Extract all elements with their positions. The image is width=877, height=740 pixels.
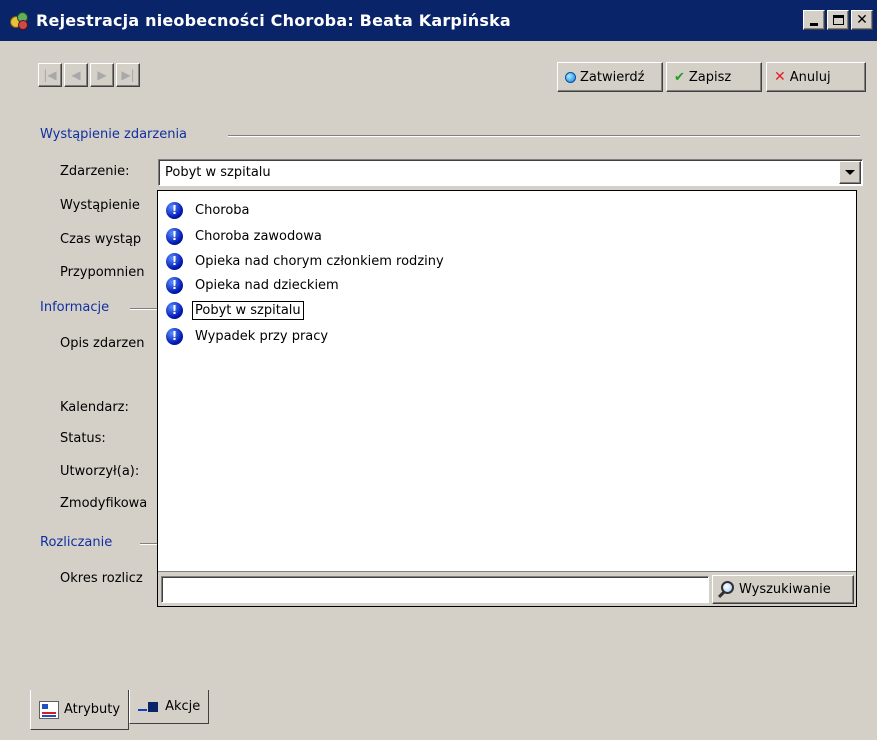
window-controls: ✕: [803, 10, 873, 30]
dropdown-item-pobyt-w-szpitalu[interactable]: ! Pobyt w szpitalu: [166, 299, 304, 321]
last-record-icon: ▶|: [121, 68, 135, 82]
status-label: Status:: [60, 431, 106, 446]
cancel-x-icon: ✕: [774, 69, 786, 85]
info-icon: !: [166, 301, 183, 319]
search-button-label: Wyszukiwanie: [739, 582, 831, 597]
close-button[interactable]: ✕: [851, 10, 873, 30]
search-icon: [717, 580, 735, 599]
cancel-button[interactable]: ✕ Anuluj: [766, 62, 866, 92]
search-button[interactable]: Wyszukiwanie: [712, 575, 854, 604]
combo-dropdown-button[interactable]: [839, 161, 861, 184]
dropdown-search-input[interactable]: [161, 576, 709, 603]
event-combo-value: Pobyt w szpitalu: [165, 165, 271, 180]
section-divider: [228, 135, 860, 137]
tab-actions[interactable]: Akcje: [129, 690, 210, 724]
dropdown-item-label: Wypadek przy pracy: [195, 328, 329, 344]
attributes-icon: [39, 700, 59, 719]
section-information: Informacje: [40, 300, 118, 315]
info-icon: !: [166, 327, 183, 345]
calendar-label: Kalendarz:: [60, 400, 129, 415]
first-record-icon: |◀: [43, 68, 57, 82]
occurrence-label: Wystąpienie: [60, 198, 140, 213]
dropdown-item-label: Choroba: [195, 202, 250, 218]
dropdown-item-opieka-nad-dzieckiem[interactable]: ! Opieka nad dzieckiem: [166, 274, 341, 296]
section-settlement: Rozliczanie: [40, 535, 121, 550]
created-by-label: Utworzył(a):: [60, 464, 140, 479]
event-dropdown-list: ! Choroba ! Choroba zawodowa ! Opieka na…: [157, 190, 857, 607]
confirm-icon: [565, 71, 576, 83]
previous-record-button[interactable]: ◀: [64, 63, 88, 87]
description-label: Opis zdarzen: [60, 336, 145, 351]
next-record-icon: ▶: [97, 68, 107, 82]
next-record-button[interactable]: ▶: [90, 63, 114, 87]
occurrence-time-label: Czas wystąp: [60, 232, 142, 247]
last-record-button[interactable]: ▶|: [116, 63, 140, 87]
minimize-button[interactable]: [803, 10, 825, 30]
info-icon: !: [166, 227, 183, 245]
toolbar: |◀ ◀ ▶ ▶| Zatwierdź ✔ Zapisz ✕ Anuluj: [32, 58, 872, 94]
section-occurrence: Wystąpienie zdarzenia: [40, 127, 196, 142]
dropdown-item-choroba[interactable]: ! Choroba: [166, 199, 252, 221]
confirm-label: Zatwierdź: [580, 69, 645, 85]
modified-by-label: Zmodyfikowa: [60, 496, 148, 511]
window-title: Rejestracja nieobecności Choroba: Beata …: [36, 11, 511, 30]
save-button[interactable]: ✔ Zapisz: [666, 62, 762, 92]
reminder-label: Przypomnien: [60, 265, 145, 280]
bottom-tabs: Atrybuty Akcje: [30, 690, 210, 730]
confirm-button[interactable]: Zatwierdź: [557, 62, 663, 92]
event-combo[interactable]: Pobyt w szpitalu: [158, 159, 863, 186]
app-icon[interactable]: [8, 10, 30, 32]
close-icon: ✕: [856, 12, 868, 28]
dropdown-search-row: Wyszukiwanie: [158, 571, 856, 606]
maximize-icon: [832, 15, 844, 25]
info-icon: !: [166, 201, 183, 219]
dropdown-item-label: Choroba zawodowa: [195, 228, 322, 244]
dropdown-item-choroba-zawodowa[interactable]: ! Choroba zawodowa: [166, 225, 324, 247]
tab-label: Akcje: [165, 699, 201, 714]
dropdown-item-label: Opieka nad chorym członkiem rodziny: [195, 253, 444, 269]
minimize-icon: [810, 22, 818, 26]
section-divider: [130, 308, 160, 310]
dropdown-item-wypadek-przy-pracy[interactable]: ! Wypadek przy pracy: [166, 325, 330, 347]
dropdown-item-label: Opieka nad dzieckiem: [195, 277, 339, 293]
actions-icon: [138, 700, 160, 714]
dropdown-item-label: Pobyt w szpitalu: [192, 300, 304, 320]
cancel-label: Anuluj: [789, 69, 831, 85]
info-icon: !: [166, 276, 183, 294]
event-label: Zdarzenie:: [60, 164, 130, 179]
period-label: Okres rozlicz: [60, 571, 143, 586]
checkmark-icon: ✔: [674, 69, 685, 85]
chevron-down-icon: [845, 170, 855, 175]
info-icon: !: [166, 252, 183, 270]
tab-attributes[interactable]: Atrybuty: [30, 690, 130, 730]
maximize-button[interactable]: [827, 10, 849, 30]
tab-label: Atrybuty: [64, 702, 121, 717]
previous-record-icon: ◀: [71, 68, 81, 82]
first-record-button[interactable]: |◀: [38, 63, 62, 87]
title-bar[interactable]: Rejestracja nieobecności Choroba: Beata …: [0, 0, 877, 41]
dropdown-item-opieka-nad-chorym[interactable]: ! Opieka nad chorym członkiem rodziny: [166, 250, 446, 272]
save-label: Zapisz: [688, 69, 732, 85]
